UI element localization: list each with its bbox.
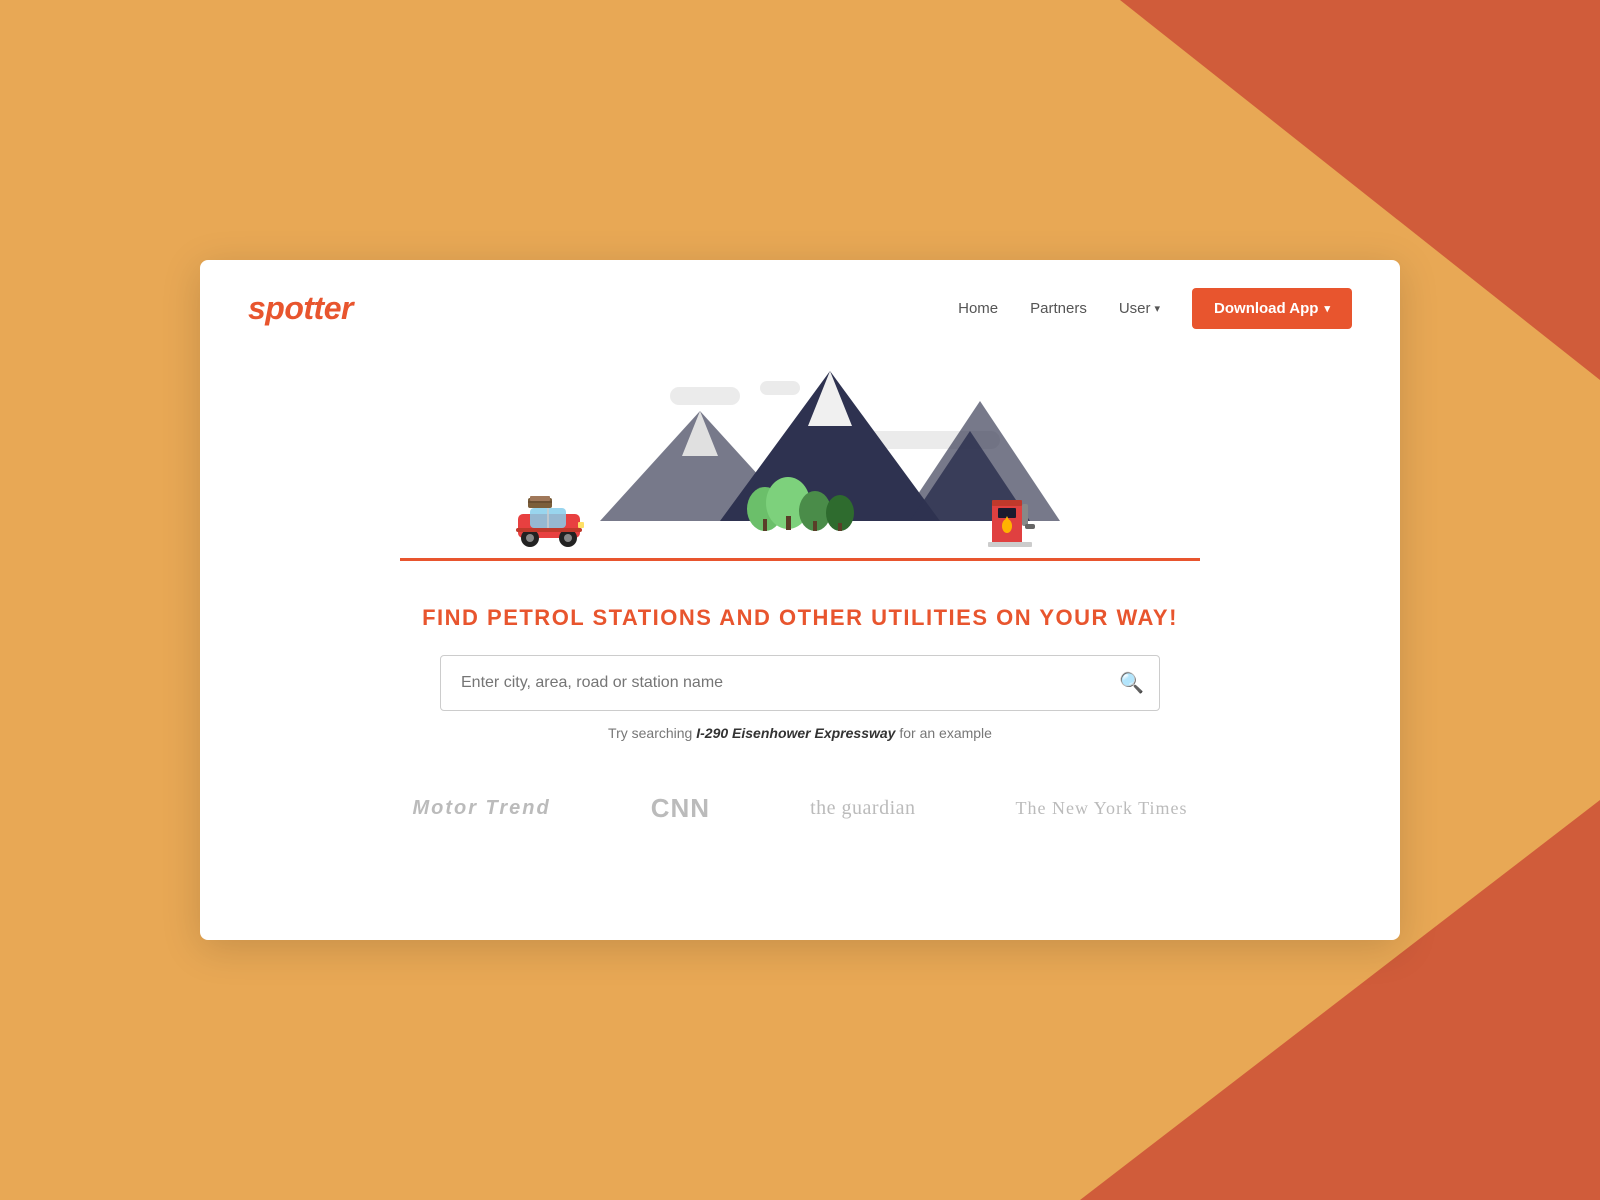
- search-hint-link[interactable]: I-290 Eisenhower Expressway: [696, 725, 895, 741]
- hero-title: FIND PETROL STATIONS AND OTHER UTILITIES…: [248, 605, 1352, 631]
- illustration-area: [200, 359, 1400, 589]
- nav-links: Home Partners User Download App: [958, 288, 1352, 329]
- search-icon: 🔍: [1119, 673, 1144, 695]
- download-app-button[interactable]: Download App: [1192, 288, 1352, 329]
- search-hint: Try searching I-290 Eisenhower Expresswa…: [248, 725, 1352, 741]
- search-button[interactable]: 🔍: [1119, 671, 1144, 696]
- logo-motortrend: Motor Trend: [412, 797, 550, 820]
- nav-user[interactable]: User: [1119, 300, 1160, 317]
- media-logos-section: Motor Trend CNN the guardian The New Yor…: [200, 793, 1400, 872]
- logo[interactable]: spotter: [248, 290, 353, 327]
- main-card: spotter Home Partners User Download App: [200, 260, 1400, 940]
- gas-station-illustration: [988, 482, 1040, 557]
- car-illustration: [510, 494, 590, 557]
- nav-home[interactable]: Home: [958, 300, 998, 317]
- search-hint-prefix: Try searching: [608, 725, 696, 741]
- search-input[interactable]: [440, 655, 1160, 711]
- search-hint-suffix: for an example: [895, 725, 992, 741]
- navbar: spotter Home Partners User Download App: [200, 260, 1400, 349]
- hero-section: FIND PETROL STATIONS AND OTHER UTILITIES…: [200, 605, 1400, 741]
- logo-cnn: CNN: [651, 793, 710, 824]
- nav-partners[interactable]: Partners: [1030, 300, 1087, 317]
- logo-guardian: the guardian: [810, 797, 915, 820]
- logo-nyt: The New York Times: [1016, 798, 1188, 819]
- road-line: [400, 558, 1200, 561]
- search-container: 🔍: [440, 655, 1160, 711]
